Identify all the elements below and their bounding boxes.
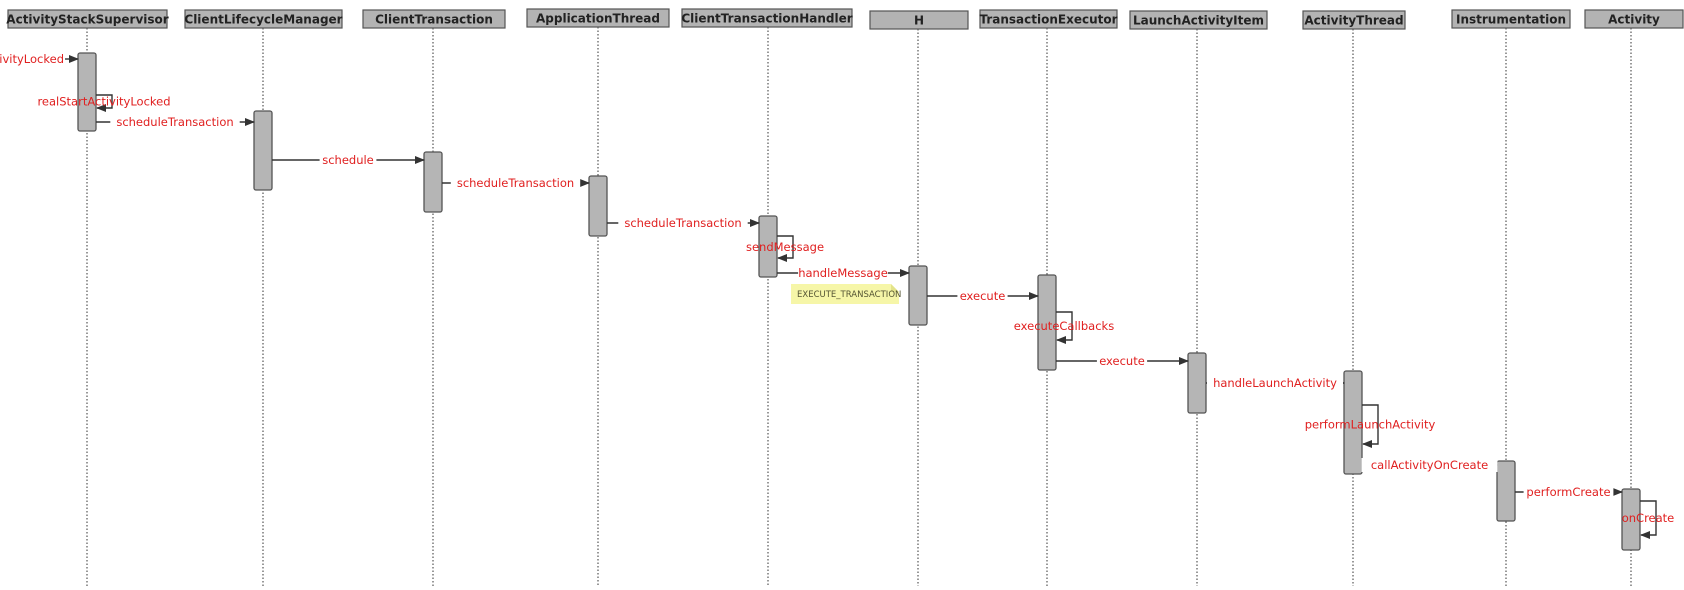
sequence-diagram: ActivityStackSupervisor ClientLifecycleMa… [0, 8, 1684, 586]
lifelines [86, 27, 1632, 586]
message-send-message[interactable]: sendMessage [746, 235, 824, 262]
message-label: callActivityOnCreate [1371, 458, 1488, 472]
message-execute[interactable]: execute [1056, 354, 1189, 368]
activation-bar-client-lifecycle-manager [253, 110, 273, 191]
message-schedule-transaction[interactable]: scheduleTransaction [442, 176, 590, 190]
message-execute-callbacks[interactable]: executeCallbacks [1014, 311, 1114, 344]
participant-label: ClientTransactionHandler [681, 12, 852, 26]
participant-label: Instrumentation [1456, 13, 1566, 27]
message-label: executeCallbacks [1014, 319, 1114, 333]
participant-label: ClientLifecycleManager [184, 13, 342, 27]
participant-instrumentation[interactable]: Instrumentation [1451, 9, 1571, 29]
message-label: scheduleTransaction [116, 115, 233, 129]
participant-label: LaunchActivityItem [1133, 14, 1264, 28]
participant-activity[interactable]: Activity [1584, 9, 1684, 29]
message-label: scheduleTransaction [457, 176, 574, 190]
message-label: realStartActivityLocked [37, 95, 170, 109]
message-label: performLaunchActivity [1305, 418, 1436, 432]
message-start-specific-activity-locked[interactable]: tivityLocked [0, 52, 79, 66]
message-label: onCreate [1622, 511, 1675, 525]
message-label: handleMessage [798, 266, 888, 280]
message-perform-create[interactable]: performCreate [1515, 485, 1623, 499]
message-label: performCreate [1526, 485, 1610, 499]
message-label: sendMessage [746, 240, 824, 254]
participant-label: H [914, 14, 924, 28]
activation-bar-instrumentation [1496, 460, 1516, 522]
notes: EXECUTE_TRANSACTION [791, 284, 901, 304]
message-label: scheduleTransaction [624, 216, 741, 230]
participant-activity-stack-supervisor[interactable]: ActivityStackSupervisor [6, 9, 169, 29]
participant-h[interactable]: H [869, 10, 969, 30]
activation-bar-launch-activity-item [1187, 352, 1207, 414]
message-schedule-transaction[interactable]: scheduleTransaction [96, 115, 255, 129]
message-perform-launch-activity[interactable]: performLaunchActivity [1305, 404, 1436, 448]
message-label: tivityLocked [0, 52, 64, 66]
message-label: execute [960, 289, 1006, 303]
message-label: handleLaunchActivity [1213, 376, 1337, 390]
participant-client-lifecycle-manager[interactable]: ClientLifecycleManager [184, 9, 343, 29]
note-execute-transaction[interactable]: EXECUTE_TRANSACTION [791, 284, 901, 304]
participant-label: Activity [1608, 13, 1660, 27]
participant-client-transaction-handler[interactable]: ClientTransactionHandler [681, 8, 853, 28]
message-schedule[interactable]: schedule [272, 153, 425, 167]
participant-label: TransactionExecutor [979, 13, 1117, 27]
participant-label: ClientTransaction [375, 13, 493, 27]
participant-label: ActivityStackSupervisor [6, 13, 168, 27]
message-call-activity-on-create[interactable]: callActivityOnCreate [1361, 458, 1498, 472]
participant-launch-activity-item[interactable]: LaunchActivityItem [1129, 10, 1268, 30]
message-schedule-transaction[interactable]: scheduleTransaction [607, 216, 760, 230]
note-text: EXECUTE_TRANSACTION [797, 290, 901, 300]
participant-application-thread[interactable]: ApplicationThread [526, 8, 670, 28]
message-handle-message[interactable]: handleMessage [777, 266, 910, 280]
participant-headers: ActivityStackSupervisor ClientLifecycleMa… [6, 8, 1684, 30]
message-real-start-activity-locked[interactable]: realStartActivityLocked [37, 94, 171, 112]
activation-bar-application-thread [588, 175, 608, 237]
participant-transaction-executor[interactable]: TransactionExecutor [979, 9, 1118, 29]
participant-label: ActivityThread [1304, 14, 1403, 28]
activation-bar-h [908, 265, 928, 326]
message-label: schedule [322, 153, 374, 167]
message-handle-launch-activity[interactable]: handleLaunchActivity [1206, 376, 1345, 390]
participant-activity-thread[interactable]: ActivityThread [1302, 10, 1406, 30]
participant-label: ApplicationThread [536, 12, 660, 26]
participant-client-transaction[interactable]: ClientTransaction [362, 9, 506, 29]
message-label: execute [1099, 354, 1145, 368]
activation-bar-client-transaction [423, 151, 443, 213]
message-execute[interactable]: execute [927, 289, 1039, 303]
activation-bar-activity-stack-supervisor [77, 52, 97, 132]
